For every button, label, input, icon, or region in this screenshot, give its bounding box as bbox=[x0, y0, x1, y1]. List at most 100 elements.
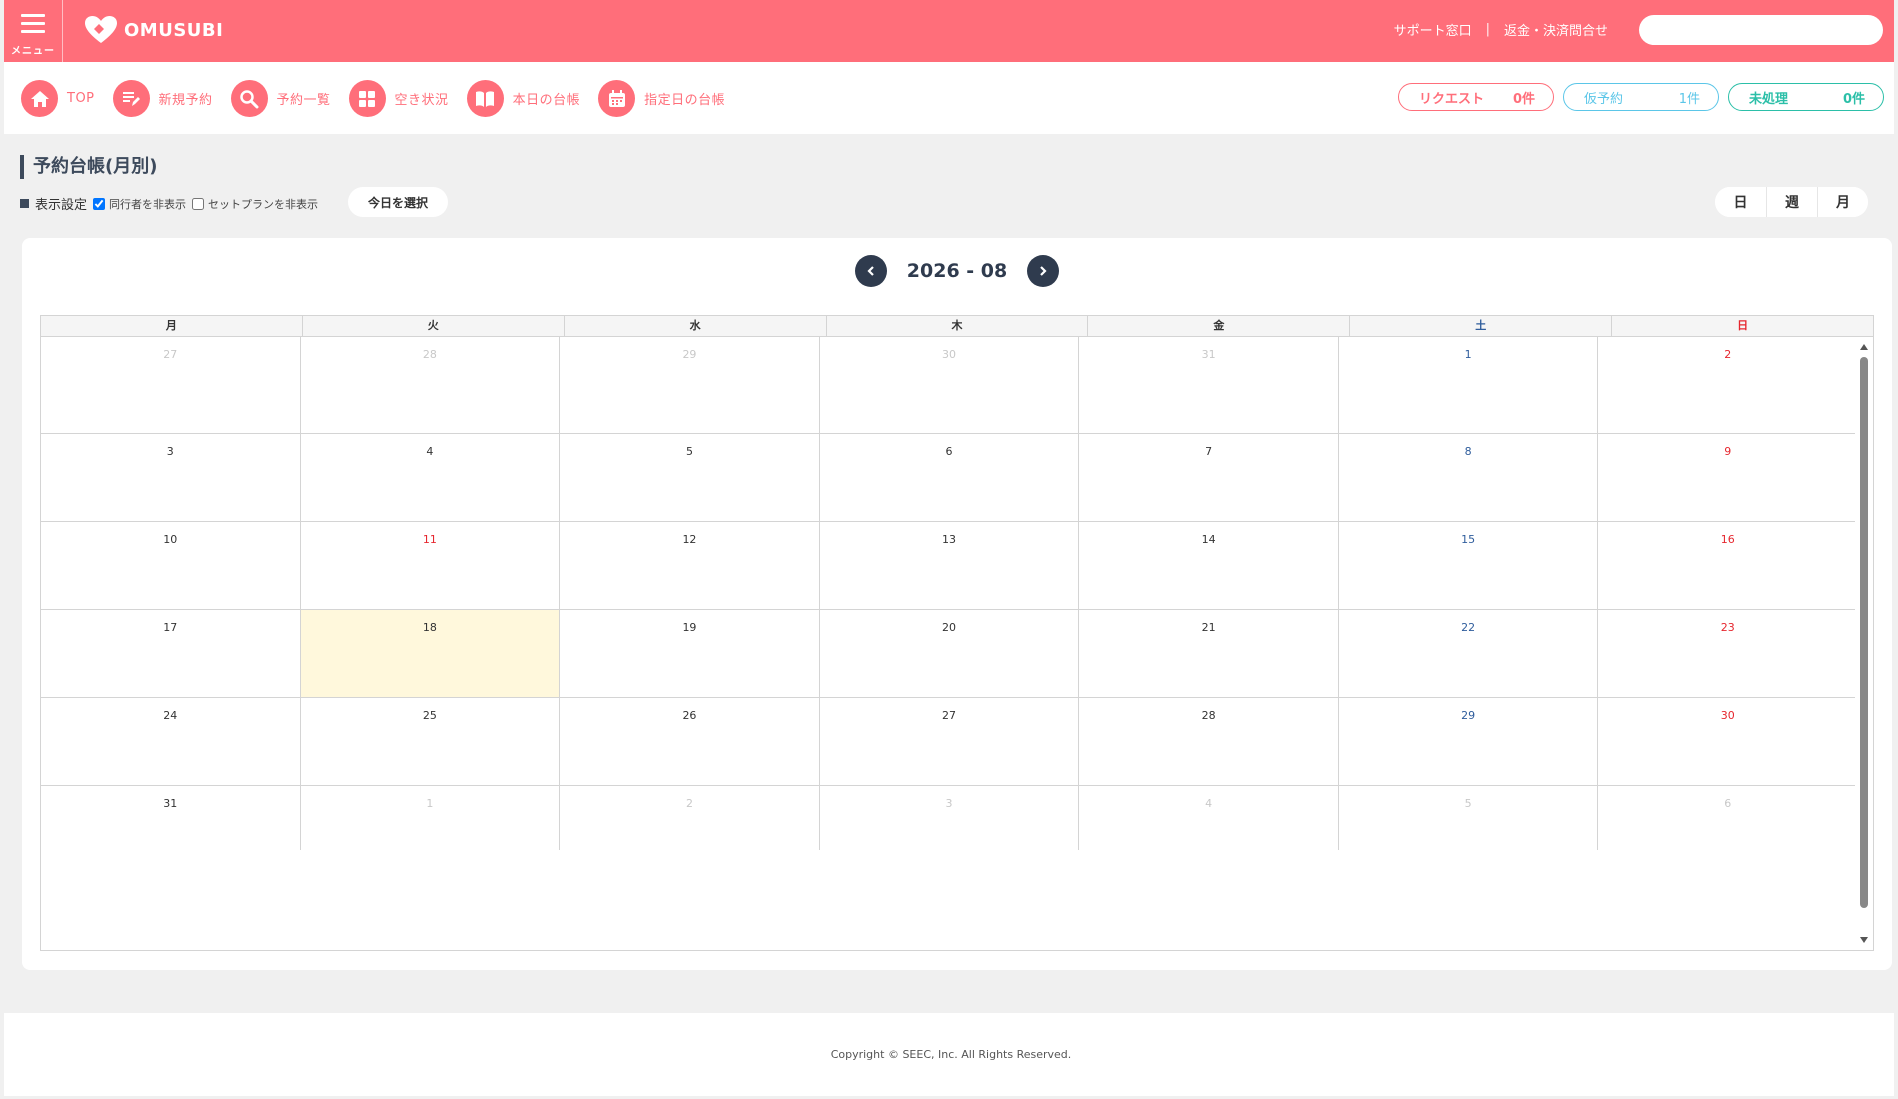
calendar-week: 3456789 bbox=[41, 434, 1857, 522]
header-link-separator: | bbox=[1485, 22, 1490, 37]
day-cell[interactable]: 21 bbox=[1078, 610, 1338, 697]
nav-date-ledger-label: 指定日の台帳 bbox=[644, 93, 726, 108]
prev-month-button[interactable] bbox=[854, 255, 887, 287]
support-link[interactable]: サポート窓口 bbox=[1394, 20, 1472, 39]
day-cell[interactable]: 15 bbox=[1337, 522, 1598, 609]
footer: Copyright © SEEC, Inc. All Rights Reserv… bbox=[4, 1013, 1894, 1096]
nav-top-label: TOP bbox=[67, 91, 95, 106]
scroll-thumb[interactable] bbox=[1860, 357, 1868, 908]
hide-companions-option[interactable]: 同行者を非表示 bbox=[93, 196, 186, 212]
page-title: 予約台帳(月別) bbox=[20, 155, 157, 179]
day-cell[interactable]: 28 bbox=[1078, 698, 1338, 785]
day-cell[interactable]: 13 bbox=[818, 522, 1079, 609]
pending-badge-label: 未処理 bbox=[1749, 91, 1789, 107]
search-icon bbox=[230, 80, 268, 117]
day-cell[interactable]: 4 bbox=[299, 434, 560, 521]
nav-today-ledger-label: 本日の台帳 bbox=[512, 93, 581, 108]
tentative-badge[interactable]: 仮予約 1件 bbox=[1563, 83, 1719, 111]
app-frame: メニュー OMUSUBI サポート窓口 | 返金・決済問合せ TOP 新規予約 … bbox=[4, 0, 1894, 1096]
day-cell[interactable]: 26 bbox=[559, 698, 819, 785]
nav-top[interactable]: TOP bbox=[21, 80, 95, 117]
request-badge-label: リクエスト bbox=[1419, 91, 1485, 107]
day-cell[interactable]: 10 bbox=[41, 522, 300, 609]
pending-badge[interactable]: 未処理 0件 bbox=[1728, 83, 1884, 111]
home-icon bbox=[21, 80, 58, 117]
day-cell[interactable]: 5 bbox=[559, 434, 819, 521]
day-cell[interactable]: 1 bbox=[1337, 337, 1598, 433]
request-badge[interactable]: リクエスト 0件 bbox=[1398, 83, 1554, 111]
day-cell[interactable]: 22 bbox=[1337, 610, 1598, 697]
menu-label: メニュー bbox=[11, 46, 55, 57]
next-month-button[interactable] bbox=[1027, 255, 1060, 287]
header-search-input[interactable] bbox=[1639, 15, 1883, 45]
day-cell[interactable]: 29 bbox=[559, 337, 819, 433]
nav-availability[interactable]: 空き状況 bbox=[348, 80, 449, 117]
day-cell[interactable]: 27 bbox=[41, 337, 300, 433]
menu-button[interactable]: メニュー bbox=[4, 0, 63, 62]
weekday-6: 日 bbox=[1611, 316, 1873, 336]
day-cell[interactable]: 7 bbox=[1078, 434, 1338, 521]
day-cell[interactable]: 4 bbox=[1078, 786, 1338, 850]
view-day-button[interactable]: 日 bbox=[1715, 187, 1766, 217]
day-cell[interactable]: 24 bbox=[41, 698, 300, 785]
day-cell[interactable]: 31 bbox=[1078, 337, 1338, 433]
day-cell[interactable]: 29 bbox=[1337, 698, 1598, 785]
scroll-down-icon[interactable] bbox=[1860, 937, 1868, 943]
day-cell[interactable]: 8 bbox=[1337, 434, 1598, 521]
book-icon bbox=[466, 80, 504, 117]
calendar-scrollbar[interactable] bbox=[1855, 337, 1873, 950]
day-cell[interactable]: 18 bbox=[299, 610, 560, 697]
view-month-button[interactable]: 月 bbox=[1817, 187, 1868, 217]
day-cell[interactable]: 17 bbox=[41, 610, 300, 697]
hide-companions-checkbox[interactable] bbox=[93, 197, 106, 210]
day-cell[interactable]: 12 bbox=[559, 522, 819, 609]
hide-setplan-option[interactable]: セットプランを非表示 bbox=[192, 196, 318, 212]
nav-availability-label: 空き状況 bbox=[394, 93, 449, 108]
day-cell[interactable]: 30 bbox=[1597, 698, 1857, 785]
nav-reservation-list-label: 予約一覧 bbox=[276, 93, 331, 108]
day-cell[interactable]: 27 bbox=[818, 698, 1079, 785]
calendar-grid: 27 28 29 30 31 1 2 3 4 5 6 7 8 9 10 11 12 13 14 15 16 17 18 19 2… bbox=[41, 337, 1857, 850]
nav-new-reservation-label: 新規予約 bbox=[158, 93, 213, 108]
day-cell[interactable]: 16 bbox=[1597, 522, 1857, 609]
day-cell[interactable]: 14 bbox=[1078, 522, 1338, 609]
day-cell[interactable]: 2 bbox=[1597, 337, 1857, 433]
main-nav: TOP 新規予約 予約一覧 空き状況 本日の台帳 指定日の台帳 bbox=[21, 80, 743, 117]
day-cell[interactable]: 3 bbox=[41, 434, 300, 521]
day-cell[interactable]: 6 bbox=[1597, 786, 1857, 850]
day-cell[interactable]: 9 bbox=[1597, 434, 1857, 521]
hide-setplan-checkbox[interactable] bbox=[192, 197, 205, 210]
day-cell[interactable]: 23 bbox=[1597, 610, 1857, 697]
scroll-up-icon[interactable] bbox=[1860, 344, 1868, 350]
logo-text: OMUSUBI bbox=[124, 19, 224, 41]
day-cell[interactable]: 19 bbox=[559, 610, 819, 697]
day-cell[interactable]: 2 bbox=[559, 786, 819, 850]
chevron-right-icon bbox=[1040, 266, 1047, 276]
logo[interactable]: OMUSUBI bbox=[84, 14, 223, 46]
nav-date-ledger[interactable]: 指定日の台帳 bbox=[598, 80, 725, 117]
day-cell[interactable]: 20 bbox=[818, 610, 1079, 697]
refund-link[interactable]: 返金・決済問合せ bbox=[1504, 20, 1608, 39]
nav-today-ledger[interactable]: 本日の台帳 bbox=[466, 80, 581, 117]
select-today-button[interactable]: 今日を選択 bbox=[348, 187, 448, 217]
calendar-week: 24 25 26 27 28 29 30 bbox=[41, 698, 1857, 786]
heart-logo-icon bbox=[85, 16, 117, 43]
weekday-3: 木 bbox=[825, 316, 1088, 336]
chevron-left-icon bbox=[867, 266, 874, 276]
day-cell[interactable]: 11 bbox=[299, 522, 560, 609]
day-cell[interactable]: 5 bbox=[1337, 786, 1598, 850]
day-cell[interactable]: 31 bbox=[41, 786, 300, 850]
day-cell[interactable]: 25 bbox=[299, 698, 560, 785]
weekday-5: 土 bbox=[1349, 316, 1611, 336]
nav-new-reservation[interactable]: 新規予約 bbox=[112, 80, 213, 117]
nav-reservation-list[interactable]: 予約一覧 bbox=[230, 80, 331, 117]
day-cell[interactable]: 6 bbox=[818, 434, 1079, 521]
day-cell[interactable]: 3 bbox=[818, 786, 1079, 850]
calendar-week: 10 11 12 13 14 15 16 bbox=[41, 522, 1857, 610]
weekday-2: 水 bbox=[563, 316, 826, 336]
day-cell[interactable]: 30 bbox=[818, 337, 1079, 433]
day-cell[interactable]: 1 bbox=[299, 786, 560, 850]
hide-setplan-label: セットプランを非表示 bbox=[208, 197, 319, 211]
view-week-button[interactable]: 週 bbox=[1766, 187, 1817, 217]
day-cell[interactable]: 28 bbox=[299, 337, 560, 433]
